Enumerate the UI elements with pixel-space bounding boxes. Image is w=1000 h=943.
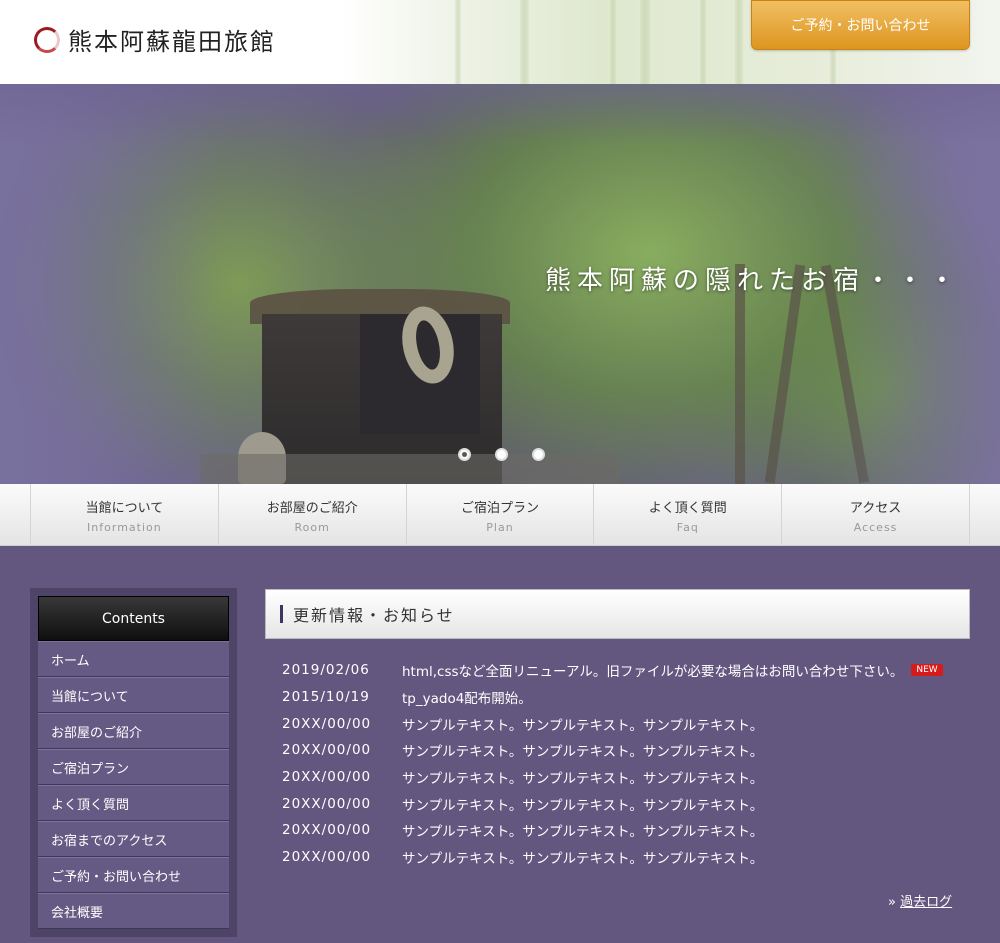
slide-dot-2[interactable] bbox=[495, 448, 508, 461]
sidebar-item-faq[interactable]: よく頂く質問 bbox=[38, 785, 229, 821]
news-item: 20XX/00/00 サンプルテキスト。サンプルテキスト。サンプルテキスト。 bbox=[282, 790, 962, 817]
sidebar: Contents ホーム 当館について お部屋のご紹介 ご宿泊プラン よく頂く質… bbox=[30, 588, 237, 937]
site-header: 熊本阿蘇龍田旅館 ご予約・お問い合わせ bbox=[0, 0, 1000, 84]
hero-ground bbox=[200, 454, 620, 484]
nav-item-room[interactable]: お部屋のご紹介 Room bbox=[219, 484, 407, 546]
chevron-right-icon: » bbox=[888, 895, 896, 910]
news-date: 20XX/00/00 bbox=[282, 822, 372, 839]
bamboo-decoration bbox=[610, 0, 616, 84]
sidebar-item-information[interactable]: 当館について bbox=[38, 677, 229, 713]
nav-item-access[interactable]: アクセス Access bbox=[782, 484, 970, 546]
nav-sublabel: Plan bbox=[486, 520, 514, 534]
news-text: サンプルテキスト。サンプルテキスト。サンプルテキスト。 bbox=[402, 824, 764, 841]
news-date: 2019/02/06 bbox=[282, 662, 370, 679]
news-item: 20XX/00/00 サンプルテキスト。サンプルテキスト。サンプルテキスト。 bbox=[282, 764, 962, 791]
hero-fade bbox=[0, 84, 1000, 144]
sidebar-item-room[interactable]: お部屋のご紹介 bbox=[38, 713, 229, 749]
logo-text: 熊本阿蘇龍田旅館 bbox=[68, 28, 276, 56]
nav-label: お部屋のご紹介 bbox=[266, 500, 358, 516]
nav-item-information[interactable]: 当館について Information bbox=[31, 484, 219, 546]
sidebar-item-company[interactable]: 会社概要 bbox=[38, 893, 229, 929]
nav-label: ご宿泊プラン bbox=[460, 500, 539, 516]
sidebar-item-reserve[interactable]: ご予約・お問い合わせ bbox=[38, 857, 229, 893]
nav-label: 当館について bbox=[85, 500, 164, 516]
news-item: 20XX/00/00 サンプルテキスト。サンプルテキスト。サンプルテキスト。 bbox=[282, 817, 962, 844]
nav-item-plan[interactable]: ご宿泊プラン Plan bbox=[407, 484, 595, 546]
hero-caption: 熊本阿蘇の隠れたお宿・・・ bbox=[545, 266, 962, 296]
bamboo-decoration bbox=[640, 0, 650, 84]
news-item: 20XX/00/00 サンプルテキスト。サンプルテキスト。サンプルテキスト。 bbox=[282, 844, 962, 871]
bamboo-decoration bbox=[455, 0, 461, 84]
news-text: サンプルテキスト。サンプルテキスト。サンプルテキスト。 bbox=[402, 851, 764, 868]
news-text: サンプルテキスト。サンプルテキスト。サンプルテキスト。 bbox=[402, 744, 764, 761]
news-item: 2015/10/19 tp_yado4配布開始。 bbox=[282, 684, 962, 711]
news-text: tp_yado4配布開始。 bbox=[402, 691, 532, 708]
news-date: 20XX/00/00 bbox=[282, 849, 372, 866]
nav-sublabel: Access bbox=[853, 520, 898, 534]
news-item: 20XX/00/00 サンプルテキスト。サンプルテキスト。サンプルテキスト。 bbox=[282, 710, 962, 737]
new-badge: NEW bbox=[911, 664, 943, 677]
bamboo-decoration bbox=[735, 0, 743, 84]
sidebar-item-plan[interactable]: ご宿泊プラン bbox=[38, 749, 229, 785]
nav-label: よく頂く質問 bbox=[648, 500, 727, 516]
slide-indicators bbox=[458, 448, 545, 461]
news-text: サンプルテキスト。サンプルテキスト。サンプルテキスト。 bbox=[402, 771, 764, 788]
reserve-button[interactable]: ご予約・お問い合わせ bbox=[751, 0, 970, 50]
slide-dot-1[interactable] bbox=[458, 448, 471, 461]
news-date: 20XX/00/00 bbox=[282, 742, 372, 759]
nav-label: アクセス bbox=[849, 500, 902, 516]
news-list: 2019/02/06 html,cssなど全面リニューアル。旧ファイルが必要な場… bbox=[282, 657, 962, 871]
tree-trunk bbox=[764, 264, 806, 484]
past-log-link[interactable]: 過去ログ bbox=[900, 895, 952, 910]
sidebar-item-home[interactable]: ホーム bbox=[38, 641, 229, 677]
news-date: 20XX/00/00 bbox=[282, 795, 372, 812]
bamboo-decoration bbox=[700, 0, 706, 84]
news-item: 20XX/00/00 サンプルテキスト。サンプルテキスト。サンプルテキスト。 bbox=[282, 737, 962, 764]
news-title: 更新情報・お知らせ bbox=[293, 606, 455, 625]
sidebar-item-access[interactable]: お宿までのアクセス bbox=[38, 821, 229, 857]
news-date: 20XX/00/00 bbox=[282, 715, 372, 732]
nav-sublabel: Room bbox=[294, 520, 330, 534]
news-text: サンプルテキスト。サンプルテキスト。サンプルテキスト。 bbox=[402, 797, 764, 814]
hero-slideshow: 熊本阿蘇の隠れたお宿・・・ bbox=[0, 84, 1000, 484]
nav-sublabel: Faq bbox=[676, 520, 699, 534]
main-nav: 当館について Information お部屋のご紹介 Room ご宿泊プラン P… bbox=[0, 484, 1000, 546]
nav-item-faq[interactable]: よく頂く質問 Faq bbox=[594, 484, 783, 546]
news-text: html,cssなど全面リニューアル。旧ファイルが必要な場合はお問い合わせ下さい… bbox=[402, 664, 904, 681]
site-logo[interactable]: 熊本阿蘇龍田旅館 bbox=[34, 22, 276, 57]
logo-circle-icon bbox=[34, 26, 60, 53]
heading-accent-bar bbox=[280, 605, 283, 623]
news-date: 2015/10/19 bbox=[282, 689, 370, 706]
sidebar-title: Contents bbox=[38, 596, 229, 641]
past-log: » 過去ログ bbox=[888, 891, 952, 910]
tree-trunk bbox=[735, 264, 745, 484]
news-text: サンプルテキスト。サンプルテキスト。サンプルテキスト。 bbox=[402, 717, 764, 734]
news-heading: 更新情報・お知らせ bbox=[265, 589, 970, 639]
news-date: 20XX/00/00 bbox=[282, 769, 372, 786]
news-item: 2019/02/06 html,cssなど全面リニューアル。旧ファイルが必要な場… bbox=[282, 657, 962, 684]
bamboo-decoration bbox=[520, 0, 529, 84]
nav-sublabel: Information bbox=[87, 520, 162, 534]
hero-fade bbox=[0, 84, 220, 484]
sidebar-menu: ホーム 当館について お部屋のご紹介 ご宿泊プラン よく頂く質問 お宿までのアク… bbox=[38, 641, 229, 929]
slide-dot-3[interactable] bbox=[532, 448, 545, 461]
